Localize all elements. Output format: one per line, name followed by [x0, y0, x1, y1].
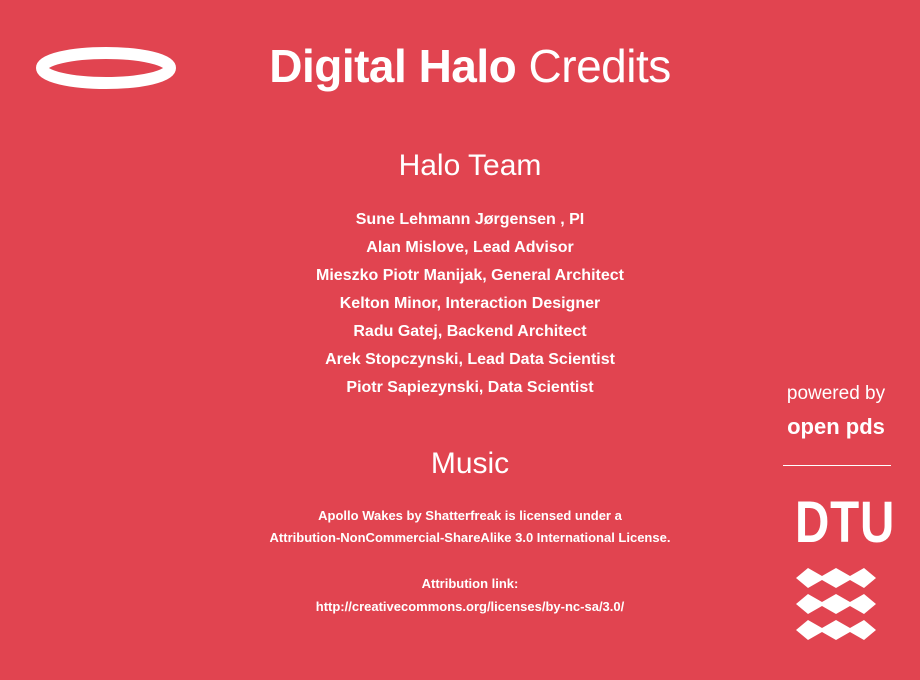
- team-member: Mieszko Piotr Manijak, General Architect: [316, 267, 624, 284]
- title-bold: Digital Halo: [269, 40, 517, 92]
- team-member: Kelton Minor, Interaction Designer: [339, 295, 601, 312]
- sidebar-divider: [783, 465, 891, 466]
- music-heading: Music: [430, 447, 510, 480]
- page-title: Digital Halo Credits: [0, 38, 920, 94]
- music-license-line2: Attribution-NonCommercial-ShareAlike 3.0…: [269, 530, 671, 545]
- music-license-line1: Apollo Wakes by Shatterfreak is licensed…: [318, 508, 622, 523]
- team-member: Sune Lehmann Jørgensen , PI: [355, 211, 585, 228]
- dtu-waves-icon: [796, 568, 876, 640]
- open-pds-logo: open pds: [787, 414, 885, 439]
- attribution-label: Attribution link:: [421, 576, 519, 591]
- team-member: Arek Stopczynski, Lead Data Scientist: [325, 351, 615, 368]
- team-member: Radu Gatej, Backend Architect: [353, 323, 587, 340]
- dtu-logo: DTU: [795, 490, 896, 555]
- powered-by-label: powered by: [786, 383, 886, 404]
- attribution-link[interactable]: http://creativecommons.org/licenses/by-n…: [0, 596, 920, 618]
- team-heading: Halo Team: [398, 149, 542, 182]
- team-member: Alan Mislove, Lead Advisor: [366, 239, 574, 256]
- title-light: Credits: [528, 40, 672, 92]
- team-list: Sune Lehmann Jørgensen , PI Alan Mislove…: [0, 206, 920, 402]
